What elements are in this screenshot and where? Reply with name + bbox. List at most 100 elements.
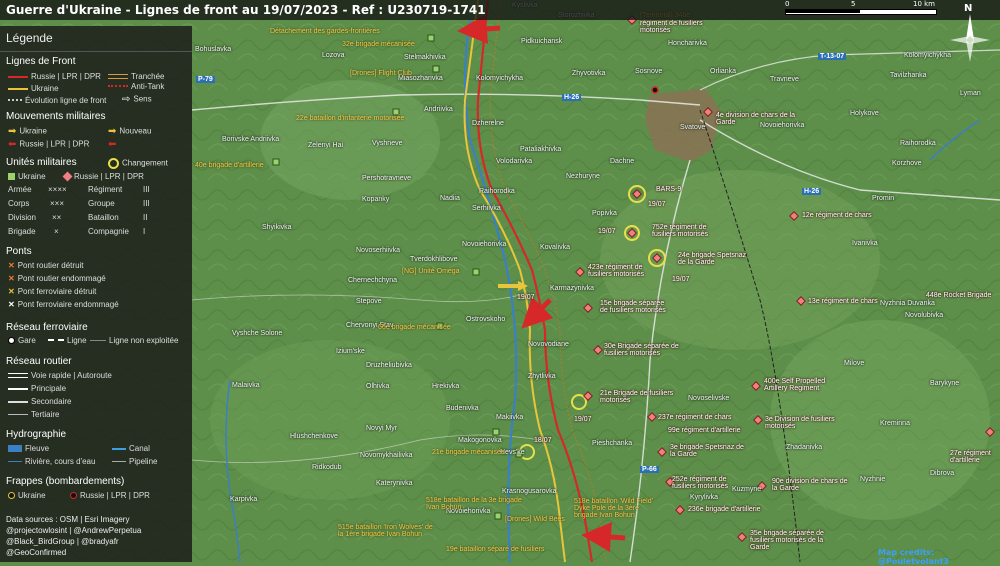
- legend-canal: Canal: [112, 444, 150, 453]
- legend-highway: Voie rapide | Autoroute: [8, 371, 112, 380]
- scale-label-10: 10 km: [913, 0, 936, 8]
- town-label: Borivske Andriivka: [222, 136, 280, 143]
- ukraine-unit-label[interactable]: 518e bataillon de la 3e brigade Ivan Boh…: [426, 497, 536, 511]
- credit-line: Data sources : OSM | Esri Imagery: [6, 515, 130, 524]
- town-label: Sosnove: [635, 68, 663, 75]
- legend-section-front: Lignes de Front: [6, 56, 76, 67]
- town-label: Holykove: [850, 110, 879, 117]
- town-label: Promin: [872, 195, 895, 202]
- legend-strike-ukraine: Ukraine: [8, 491, 46, 500]
- legend-evolution: Évolution ligne de front: [8, 96, 106, 105]
- legend-antitank: Anti-Tank: [108, 82, 164, 91]
- road-badge-p79: P-79: [196, 76, 215, 83]
- legend-compagnie-sym: I: [143, 227, 146, 236]
- russia-unit-label[interactable]: 448e Rocket Brigade: [926, 292, 991, 299]
- road-badge-p66: P-66: [640, 466, 659, 473]
- ukraine-unit-label[interactable]: [Drones] Flight Club: [350, 70, 412, 77]
- road-badge-h26-east: H-26: [802, 188, 822, 195]
- town-label: Dachne: [610, 158, 635, 165]
- town-label: Karmazynivka: [550, 285, 594, 292]
- town-label: Barykyne: [930, 380, 960, 387]
- town-label: Stepove: [356, 298, 382, 305]
- town-label: Dzherelne: [472, 120, 504, 127]
- legend-corps: Corps: [8, 199, 30, 208]
- russia-unit-label[interactable]: 30e Brigade séparée de fusiliers motoris…: [604, 343, 694, 357]
- legend-section-rail: Réseau ferroviaire: [6, 322, 88, 333]
- ukraine-unit-marker[interactable]: [492, 428, 500, 436]
- ukraine-unit-marker[interactable]: [472, 268, 480, 276]
- russia-unit-label[interactable]: 99e régiment d'artillerie: [668, 427, 741, 434]
- russia-unit-label[interactable]: régiment de fusiliers motorisés: [640, 20, 720, 34]
- russia-unit-label[interactable]: 752e régiment de fusiliers motorisés: [652, 224, 732, 238]
- legend-corps-sym: ×××: [50, 199, 65, 208]
- russia-unit-label[interactable]: 4e division de chars de la Garde: [716, 112, 806, 126]
- russia-unit-label[interactable]: 24e brigade Spetsnaz de la Garde: [678, 252, 748, 266]
- town-label: Zhytlivka: [528, 373, 556, 380]
- town-label: Svatove: [680, 124, 706, 131]
- russia-unit-label[interactable]: 12e régiment de chars: [802, 212, 872, 219]
- ukraine-unit-label[interactable]: 21e brigade mécanisée: [432, 449, 505, 456]
- russia-unit-label[interactable]: 423e régiment de fusiliers motorisés: [588, 264, 658, 278]
- russia-unit-label[interactable]: 400e Self Propelled Artillery Regiment: [764, 378, 844, 392]
- russia-unit-label[interactable]: 252e régiment de fusiliers motorisés: [672, 476, 752, 490]
- town-label: Nadiia: [440, 195, 460, 202]
- russia-unit-label[interactable]: BARS-9: [656, 186, 681, 193]
- town-label: Bohuslavka: [195, 46, 232, 53]
- legend-change: Changement: [108, 158, 168, 169]
- ukraine-unit-label[interactable]: 22e bataillon d'infanterie motorisée: [296, 115, 404, 122]
- ukraine-unit-label[interactable]: Détachement des gardes-frontières: [270, 28, 380, 35]
- town-label: Nezhuryne: [566, 173, 600, 180]
- road-badge-t1307: T-13-07: [818, 53, 847, 60]
- town-label: Shyikivka: [262, 224, 292, 231]
- credit-line: @GeoConfirmed: [6, 548, 67, 557]
- ukraine-unit-label[interactable]: 19e bataillon séparé de fusiliers: [446, 546, 544, 553]
- ukraine-unit-label[interactable]: [NG] Unité Omega: [402, 268, 460, 275]
- town-label: Volodarivka: [496, 158, 533, 165]
- town-label: Kolomyichykha: [904, 52, 952, 59]
- russia-unit-label[interactable]: 3e Division de fusiliers motorisés: [765, 416, 845, 430]
- legend-section-roads: Réseau routier: [6, 356, 72, 367]
- town-label: Tverdokhlibove: [410, 256, 458, 263]
- town-label: Novoselivske: [688, 395, 730, 402]
- ukraine-unit-label[interactable]: 66e brigade mécanisée: [378, 324, 451, 331]
- russia-unit-label[interactable]: 13e régiment de chars: [808, 298, 878, 305]
- russia-unit-label[interactable]: 35e brigade séparée de fusiliers motoris…: [750, 530, 840, 551]
- ukraine-unit-marker[interactable]: [494, 512, 502, 520]
- legend-rail-unused: Ligne non exploitée: [90, 336, 178, 345]
- ukraine-unit-label[interactable]: 40e brigade d'artillerie: [195, 162, 264, 169]
- russia-unit-label[interactable]: 237e régiment de chars: [658, 414, 732, 421]
- legend-panel: Légende Lignes de Front Russie | LPR | D…: [0, 26, 192, 562]
- town-label: Chernechchyna: [348, 277, 398, 284]
- unit-date-label: 19/07: [517, 294, 535, 301]
- legend-section-movements: Mouvements militaires: [6, 111, 106, 122]
- legend-mv-new: ➡ Nouveau: [108, 126, 152, 137]
- russia-unit-label[interactable]: 15e brigade séparée de fusiliers motoris…: [600, 300, 670, 314]
- russia-unit-label[interactable]: 3e brigade Spetsnaz de la Garde: [670, 444, 750, 458]
- ukraine-unit-label[interactable]: 518e bataillon 'Wild Field' Dyke Pole de…: [574, 498, 664, 519]
- russia-unit-label[interactable]: 21e Brigade de fusiliers motorisés: [600, 390, 680, 404]
- legend-bridge-rail-damaged: ✕ Pont ferroviaire endommagé: [8, 300, 119, 310]
- legend-ukraine-line: Ukraine: [8, 84, 59, 93]
- ukraine-unit-marker[interactable]: [427, 34, 435, 42]
- legend-title: Légende: [0, 26, 192, 52]
- scale-label-5: 5: [851, 0, 856, 8]
- north-arrow: N: [948, 3, 992, 64]
- russia-unit-label[interactable]: 27e régiment d'artillerie: [950, 450, 1000, 464]
- ukraine-unit-label[interactable]: 32e brigade mécanisée: [342, 41, 415, 48]
- legend-rail-line: Ligne: [48, 336, 87, 345]
- town-label: Popivka: [592, 210, 617, 217]
- town-label: Novyi Myr: [366, 425, 398, 432]
- legend-regiment-sym: III: [143, 185, 150, 194]
- russia-unit-label[interactable]: 90e division de chars de la Garde: [772, 478, 852, 492]
- legend-direction: ⇨ Sens: [122, 94, 152, 105]
- russia-unit-label[interactable]: 236e brigade d'artillerie: [688, 506, 761, 513]
- town-label: Tavilzhanka: [890, 72, 927, 79]
- legend-river-major: Fleuve: [8, 444, 49, 453]
- legend-bridge-road-destroyed: ✕ Pont routier détruit: [8, 261, 84, 271]
- ukraine-unit-label[interactable]: [Drones] Wild Bees: [505, 516, 565, 523]
- strike-marker-ru[interactable]: [651, 86, 659, 94]
- legend-mv-russia: ⬅ Russie | LPR | DPR: [8, 139, 90, 150]
- ukraine-unit-marker[interactable]: [432, 65, 440, 73]
- ukraine-unit-label[interactable]: 515e bataillon 'Iron Wolves' de la 1ère …: [338, 524, 438, 538]
- ukraine-unit-marker[interactable]: [272, 158, 280, 166]
